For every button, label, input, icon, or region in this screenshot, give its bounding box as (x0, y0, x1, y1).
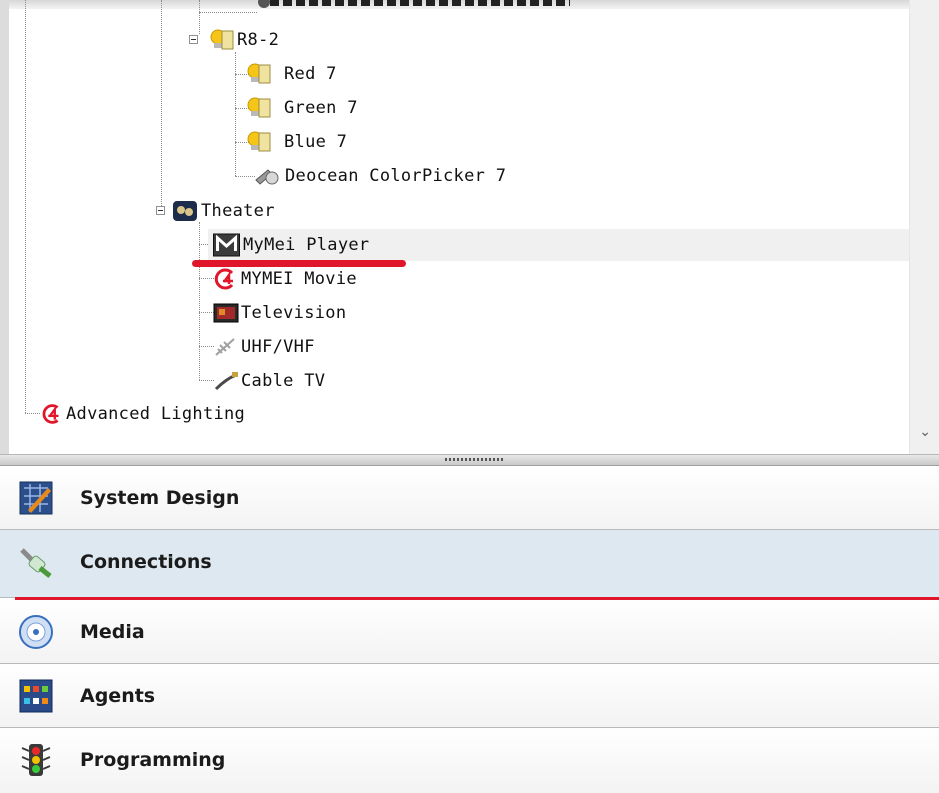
nav-label: Agents (80, 685, 156, 707)
pane-splitter[interactable] (0, 454, 939, 466)
light-bulb-icon (247, 63, 271, 84)
scroll-down-icon[interactable]: ⌄ (919, 424, 931, 440)
tree-line (235, 52, 236, 176)
light-group-icon (210, 29, 234, 50)
nav-programming[interactable]: Programming (0, 728, 939, 793)
mymei-logo-icon (42, 404, 59, 424)
tree-item-label: Television (241, 303, 347, 323)
nav-label: Connections (80, 551, 212, 573)
tree-item-label: Green 7 (284, 98, 358, 118)
light-bulb-icon (247, 131, 271, 152)
nav-system-design[interactable]: System Design (0, 466, 939, 530)
tree-item-r8-2[interactable]: R8-2 (208, 23, 408, 55)
mymei-player-icon (213, 233, 240, 257)
television-icon (213, 303, 239, 323)
collapse-icon[interactable] (156, 206, 165, 215)
nav-label: System Design (80, 487, 240, 509)
color-picker-icon (255, 169, 279, 185)
tree-item-label: Cable TV (241, 371, 326, 391)
tree-item-deocean-colorpicker-7[interactable]: Deocean ColorPicker 7 (252, 159, 552, 191)
tree-item-green-7[interactable]: Green 7 (245, 91, 395, 123)
tree-item-label: Theater (201, 201, 275, 221)
agents-icon (19, 679, 53, 713)
theater-icon (173, 201, 197, 221)
nav-media[interactable]: Media (0, 600, 939, 664)
tree-item-cable-tv[interactable]: Cable TV (212, 364, 412, 396)
grip-icon (445, 458, 505, 461)
nav-connections[interactable]: Connections (0, 530, 939, 598)
tree-item-label: R8-2 (237, 30, 280, 50)
tree-item-clipped[interactable] (258, 0, 588, 12)
tree-item-television[interactable]: Television (212, 296, 412, 328)
tree-item-mymei-player[interactable]: MyMei Player (212, 228, 412, 260)
tree-line (199, 222, 200, 380)
tree-item-theater[interactable]: Theater (171, 194, 331, 226)
tree-item-uhf-vhf[interactable]: UHF/VHF (212, 330, 412, 362)
tree-item-label: Red 7 (284, 64, 337, 84)
antenna-icon (215, 338, 235, 356)
cable-icon (214, 372, 238, 391)
tree-line (199, 12, 257, 13)
tree-item-label: MyMei Player (243, 235, 370, 255)
system-design-icon (19, 481, 53, 515)
collapse-icon[interactable] (189, 35, 198, 44)
tree-item-label: MYMEI Movie (241, 269, 357, 289)
media-icon (19, 615, 53, 649)
tree-item-red-7[interactable]: Red 7 (245, 57, 385, 89)
tree-item-blue-7[interactable]: Blue 7 (245, 125, 385, 157)
tree-line (25, 0, 26, 413)
nav-agents[interactable]: Agents (0, 664, 939, 728)
tree-item-advanced-lighting[interactable]: Advanced Lighting (39, 397, 339, 429)
tree-item-label: Advanced Lighting (66, 404, 246, 424)
tree-item-label: UHF/VHF (241, 337, 315, 357)
tree-left-edge (0, 0, 9, 454)
tree-line (161, 0, 162, 206)
project-tree[interactable]: R8-2 Red 7 Green 7 Blue 7 Deocean ColorP… (0, 0, 939, 454)
vertical-scrollbar[interactable] (909, 0, 939, 454)
programming-icon (21, 744, 51, 776)
light-bulb-icon (247, 97, 271, 118)
tree-line (199, 0, 200, 34)
connections-icon (20, 548, 52, 578)
tree-item-label: Deocean ColorPicker 7 (285, 166, 507, 186)
tree-line (25, 413, 40, 414)
tree-item-label: Blue 7 (284, 132, 348, 152)
nav-label: Media (80, 621, 145, 643)
tree-item-mymei-movie[interactable]: MYMEI Movie (212, 262, 412, 294)
mymei-logo-icon (214, 268, 234, 290)
nav-label: Programming (80, 749, 226, 771)
